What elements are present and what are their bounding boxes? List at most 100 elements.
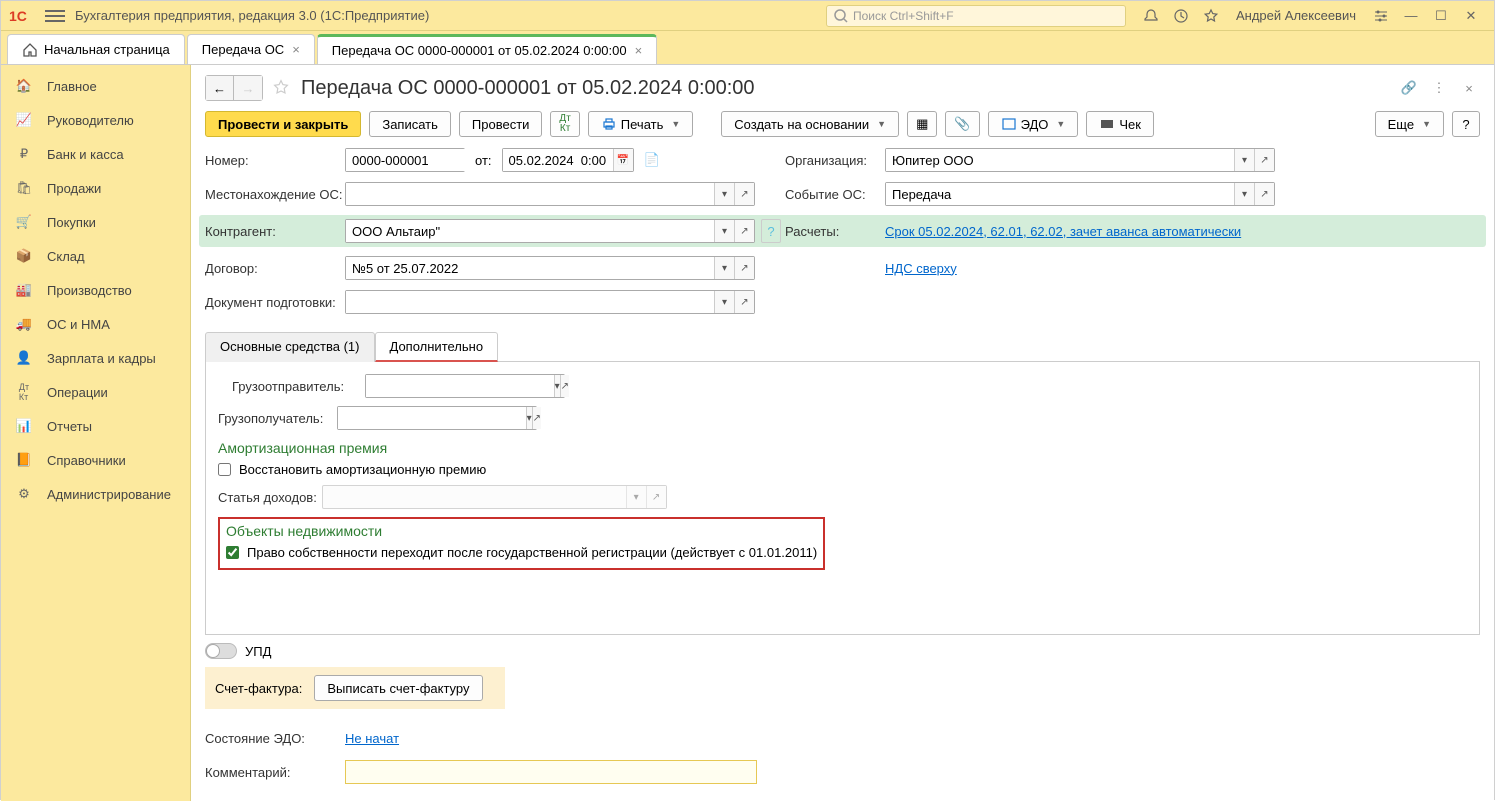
location-label: Местонахождение ОС: (205, 187, 345, 202)
sidebar-item-manager[interactable]: 📈Руководителю (1, 103, 190, 137)
comment-input[interactable] (345, 760, 757, 784)
username-label[interactable]: Андрей Алексеевич (1236, 8, 1356, 23)
restore-amort-label: Восстановить амортизационную премию (239, 462, 486, 477)
nav-arrows: ← → (205, 75, 263, 101)
org-label: Организация: (785, 153, 885, 168)
structure-button[interactable]: ▦ (907, 111, 937, 137)
sidebar-item-reports[interactable]: 📊Отчеты (1, 409, 190, 443)
home-icon: 🏠 (13, 75, 35, 97)
main-menu-icon[interactable] (45, 6, 65, 26)
edo-state-link[interactable]: Не начат (345, 731, 399, 746)
upd-toggle[interactable] (205, 643, 237, 659)
org-input[interactable]: ▾↗ (885, 148, 1275, 172)
open-icon[interactable]: ↗ (734, 220, 754, 242)
tab-transfer-os-doc[interactable]: Передача ОС 0000-000001 от 05.02.2024 0:… (317, 34, 657, 64)
number-input[interactable] (345, 148, 465, 172)
gear-icon: ⚙ (13, 483, 35, 505)
tab-transfer-os[interactable]: Передача ОС × (187, 34, 315, 64)
chevron-down-icon[interactable]: ▾ (714, 291, 734, 313)
vat-mode-link[interactable]: НДС сверху (885, 261, 957, 276)
post-and-close-button[interactable]: Провести и закрыть (205, 111, 361, 137)
window-maximize-button[interactable]: ☐ (1429, 4, 1453, 28)
save-button[interactable]: Записать (369, 111, 451, 137)
chevron-down-icon[interactable]: ▾ (714, 220, 734, 242)
open-icon[interactable]: ↗ (532, 407, 541, 429)
cart-icon: 🛒 (13, 211, 35, 233)
nav-back-button[interactable]: ← (206, 76, 234, 100)
favorites-icon[interactable] (1199, 4, 1223, 28)
close-doc-icon[interactable]: × (1458, 77, 1480, 99)
tab-home[interactable]: Начальная страница (7, 34, 185, 64)
chevron-down-icon[interactable]: ▾ (714, 257, 734, 279)
sidebar-item-main[interactable]: 🏠Главное (1, 69, 190, 103)
calendar-icon[interactable]: 📅 (613, 149, 633, 171)
counterparty-input[interactable]: ▾↗ (345, 219, 755, 243)
create-based-on-button[interactable]: Создать на основании▼ (721, 111, 899, 137)
consignee-label: Грузополучатель: (218, 411, 333, 426)
window-close-button[interactable]: ✕ (1459, 4, 1483, 28)
open-icon[interactable]: ↗ (734, 291, 754, 313)
edo-button[interactable]: ЭДО▼ (988, 111, 1079, 137)
app-logo: 1C (9, 7, 37, 25)
global-search-input[interactable]: Поиск Ctrl+Shift+F (826, 5, 1126, 27)
open-icon[interactable]: ↗ (734, 183, 754, 205)
consignee-input[interactable]: ▾↗ (337, 406, 537, 430)
prep-doc-label: Документ подготовки: (205, 295, 345, 310)
link-icon[interactable]: 🔗 (1398, 77, 1420, 99)
counterparty-help-button[interactable]: ? (761, 219, 781, 243)
invoice-label: Счет-фактура: (215, 681, 302, 696)
chevron-down-icon[interactable]: ▾ (1234, 183, 1254, 205)
help-button[interactable]: ? (1452, 111, 1480, 137)
history-icon[interactable] (1169, 4, 1193, 28)
attachment-button[interactable]: 📎 (945, 111, 979, 137)
open-icon: ↗ (646, 486, 666, 508)
search-icon (833, 8, 849, 24)
post-button[interactable]: Провести (459, 111, 543, 137)
more-button[interactable]: Еще▼ (1375, 111, 1444, 137)
more-vertical-icon[interactable]: ⋮ (1428, 77, 1450, 99)
settlements-link[interactable]: Срок 05.02.2024, 62.01, 62.02, зачет ава… (885, 224, 1241, 239)
tab-close-icon[interactable]: × (635, 43, 643, 58)
counterparty-label: Контрагент: (205, 224, 345, 239)
printer-icon (601, 116, 617, 132)
open-icon[interactable]: ↗ (560, 375, 569, 397)
tab-additional[interactable]: Дополнительно (375, 332, 499, 362)
sidebar-item-bank[interactable]: ₽Банк и касса (1, 137, 190, 171)
notifications-icon[interactable] (1139, 4, 1163, 28)
contract-input[interactable]: ▾↗ (345, 256, 755, 280)
print-button[interactable]: Печать▼ (588, 111, 694, 137)
tab-fixed-assets[interactable]: Основные средства (1) (205, 332, 375, 362)
income-article-input: ▾↗ (322, 485, 667, 509)
sidebar-item-sales[interactable]: 🛍Продажи (1, 171, 190, 205)
location-input[interactable]: ▾↗ (345, 182, 755, 206)
create-invoice-button[interactable]: Выписать счет-фактуру (314, 675, 482, 701)
window-minimize-button[interactable]: — (1399, 4, 1423, 28)
sidebar-item-purchases[interactable]: 🛒Покупки (1, 205, 190, 239)
tab-close-icon[interactable]: × (292, 42, 300, 57)
sidebar-item-hr[interactable]: 👤Зарплата и кадры (1, 341, 190, 375)
favorite-star-icon[interactable] (273, 79, 289, 98)
restore-amort-checkbox[interactable] (218, 463, 231, 476)
sidebar-item-warehouse[interactable]: 📦Склад (1, 239, 190, 273)
sidebar-item-admin[interactable]: ⚙Администрирование (1, 477, 190, 511)
date-input[interactable]: 📅 (502, 148, 634, 172)
amortization-section-title: Амортизационная премия (218, 440, 1467, 456)
event-input[interactable]: ▾↗ (885, 182, 1275, 206)
open-icon[interactable]: ↗ (1254, 183, 1274, 205)
sidebar-item-catalogs[interactable]: 📙Справочники (1, 443, 190, 477)
chevron-down-icon[interactable]: ▾ (1234, 149, 1254, 171)
prep-doc-input[interactable]: ▾↗ (345, 290, 755, 314)
ownership-checkbox[interactable] (226, 546, 239, 559)
open-icon[interactable]: ↗ (1254, 149, 1274, 171)
cheque-button[interactable]: Чек (1086, 111, 1154, 137)
posted-icon[interactable]: 📄 (644, 152, 660, 168)
settings-icon[interactable] (1369, 4, 1393, 28)
open-icon[interactable]: ↗ (734, 257, 754, 279)
sidebar-item-operations[interactable]: ДтКтОперации (1, 375, 190, 409)
sidebar-item-assets[interactable]: 🚚ОС и НМА (1, 307, 190, 341)
nav-forward-button[interactable]: → (234, 76, 262, 100)
dtkt-button[interactable]: ДтКт (550, 111, 579, 137)
shipper-input[interactable]: ▾↗ (365, 374, 565, 398)
sidebar-item-production[interactable]: 🏭Производство (1, 273, 190, 307)
chevron-down-icon[interactable]: ▾ (714, 183, 734, 205)
